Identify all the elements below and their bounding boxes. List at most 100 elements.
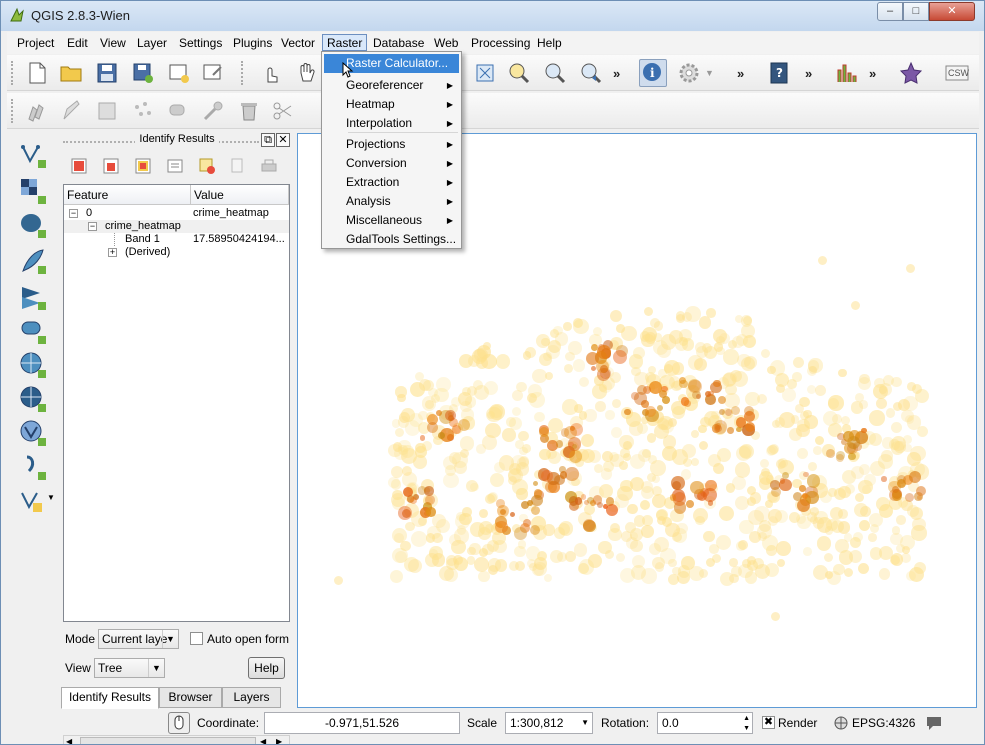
expand-new-results-button[interactable] bbox=[131, 154, 155, 178]
toggle-extents-button[interactable] bbox=[168, 712, 190, 734]
toolbar-grip[interactable] bbox=[11, 61, 15, 85]
toolbar-grip[interactable] bbox=[241, 61, 245, 85]
expand-tree-button[interactable] bbox=[67, 154, 91, 178]
new-project-button[interactable] bbox=[23, 59, 51, 87]
auto-open-form-checkbox[interactable] bbox=[190, 632, 203, 645]
render-checkbox[interactable]: ✖ bbox=[762, 716, 775, 729]
scale-select[interactable]: 1:300,812 ▼ bbox=[505, 712, 593, 734]
menu-settings[interactable]: Settings bbox=[175, 35, 226, 52]
menu-item-conversion[interactable]: Conversion ▶ bbox=[324, 154, 459, 173]
mode-select[interactable]: Current laye ▼ bbox=[98, 629, 179, 649]
menu-item-gdaltools-settings[interactable]: GdalTools Settings... bbox=[324, 230, 459, 249]
help-contents-button[interactable]: ? bbox=[765, 59, 793, 87]
toggle-editing-button[interactable] bbox=[23, 97, 51, 125]
add-vector-layer-button[interactable] bbox=[19, 141, 49, 171]
zoom-full-button[interactable] bbox=[471, 59, 499, 87]
zoom-to-selection-button[interactable] bbox=[541, 59, 569, 87]
menu-help[interactable]: Help bbox=[533, 35, 566, 52]
touch-zoom-button[interactable] bbox=[257, 59, 285, 87]
menu-vector[interactable]: Vector bbox=[277, 35, 319, 52]
menu-item-heatmap[interactable]: Heatmap ▶ bbox=[324, 95, 459, 114]
new-shapefile-layer-button[interactable] bbox=[19, 487, 49, 517]
plugin-button[interactable] bbox=[897, 59, 925, 87]
menu-database[interactable]: Database bbox=[369, 35, 428, 52]
save-project-button[interactable] bbox=[93, 59, 121, 87]
collapse-tree-button[interactable] bbox=[99, 154, 123, 178]
menu-edit[interactable]: Edit bbox=[63, 35, 92, 52]
spin-down-icon[interactable]: ▼ bbox=[743, 719, 750, 739]
toolbar-overflow[interactable]: » bbox=[613, 66, 620, 81]
toolbar-overflow[interactable]: » bbox=[737, 66, 744, 81]
add-wcs-layer-button[interactable] bbox=[19, 385, 49, 415]
clear-results-button[interactable] bbox=[195, 154, 219, 178]
move-feature-button[interactable] bbox=[165, 97, 193, 125]
add-wfs-layer-button[interactable] bbox=[19, 419, 49, 449]
help-button[interactable]: Help bbox=[248, 657, 285, 679]
chevron-down-icon[interactable]: ▼ bbox=[47, 493, 55, 502]
menu-item-georeferencer[interactable]: Georeferencer ▶ bbox=[324, 76, 459, 95]
node-tool-button[interactable] bbox=[199, 97, 227, 125]
tab-layers[interactable]: Layers bbox=[222, 687, 281, 708]
save-as-button[interactable] bbox=[129, 59, 157, 87]
menu-item-extraction[interactable]: Extraction ▶ bbox=[324, 173, 459, 192]
toolbar-grip[interactable] bbox=[11, 99, 15, 123]
menu-project[interactable]: Project bbox=[13, 35, 58, 52]
crs-globe-icon[interactable] bbox=[833, 715, 849, 731]
cut-features-button[interactable] bbox=[269, 97, 297, 125]
coordinate-field[interactable]: -0.971,51.526 bbox=[264, 712, 460, 734]
menu-raster[interactable]: Raster bbox=[322, 34, 368, 51]
add-spatialite-layer-button[interactable] bbox=[19, 247, 49, 277]
menu-item-miscellaneous[interactable]: Miscellaneous ▶ bbox=[324, 211, 459, 230]
minimize-button[interactable]: – bbox=[877, 2, 903, 21]
open-project-button[interactable] bbox=[57, 59, 85, 87]
save-edits-button[interactable] bbox=[93, 97, 121, 125]
copy-feature-button[interactable] bbox=[225, 154, 249, 178]
chevron-down-icon[interactable]: ▼ bbox=[705, 68, 714, 78]
close-panel-button[interactable]: ✕ bbox=[276, 133, 290, 147]
add-delimited-text-layer-button[interactable] bbox=[19, 453, 49, 483]
scroll-left-icon[interactable]: ◀ bbox=[66, 737, 72, 744]
scroll-right-icon[interactable]: ▶ bbox=[276, 737, 282, 744]
value-column-header[interactable]: Value bbox=[194, 188, 224, 202]
add-postgis-layer-button[interactable] bbox=[19, 211, 49, 241]
print-results-button[interactable] bbox=[257, 154, 281, 178]
results-horizontal-scrollbar[interactable]: ◀ ◀ ▶ bbox=[63, 735, 290, 744]
results-tree[interactable]: Feature Value − 0 crime_heatmap − crime_… bbox=[63, 184, 290, 622]
collapse-node-icon[interactable]: − bbox=[69, 209, 78, 218]
menu-item-projections[interactable]: Projections ▶ bbox=[324, 135, 459, 154]
histogram-button[interactable] bbox=[833, 59, 861, 87]
menu-processing[interactable]: Processing bbox=[467, 35, 534, 52]
menu-view[interactable]: View bbox=[96, 35, 130, 52]
menu-item-interpolation[interactable]: Interpolation ▶ bbox=[324, 114, 459, 133]
tab-identify-results[interactable]: Identify Results bbox=[61, 687, 159, 709]
edit-pencil-button[interactable] bbox=[57, 97, 85, 125]
tree-row-band[interactable]: Band 1 17.58950424194... bbox=[64, 233, 289, 246]
add-wms-layer-button[interactable] bbox=[19, 351, 49, 381]
messages-icon[interactable] bbox=[925, 715, 943, 731]
zoom-to-layer-button[interactable] bbox=[505, 59, 533, 87]
add-feature-button[interactable] bbox=[129, 97, 157, 125]
open-form-button[interactable] bbox=[163, 154, 187, 178]
identify-features-button[interactable]: i bbox=[639, 59, 667, 87]
expand-node-icon[interactable]: + bbox=[108, 248, 117, 257]
pan-map-button[interactable] bbox=[293, 59, 321, 87]
add-mssql-layer-button[interactable] bbox=[19, 283, 49, 313]
tree-row-layer[interactable]: − crime_heatmap bbox=[64, 220, 289, 233]
collapse-node-icon[interactable]: − bbox=[88, 222, 97, 231]
scrollbar-thumb[interactable] bbox=[80, 737, 256, 744]
crs-status[interactable]: EPSG:4326 bbox=[852, 716, 915, 730]
float-panel-button[interactable]: ⧉ bbox=[261, 133, 275, 147]
scroll-left-icon[interactable]: ◀ bbox=[260, 737, 266, 744]
menu-layer[interactable]: Layer bbox=[133, 35, 171, 52]
maximize-button[interactable]: □ bbox=[903, 2, 929, 21]
tree-row-feature[interactable]: − 0 crime_heatmap bbox=[64, 207, 289, 220]
view-select[interactable]: Tree ▼ bbox=[94, 658, 165, 678]
menu-item-analysis[interactable]: Analysis ▶ bbox=[324, 192, 459, 211]
add-raster-layer-button[interactable] bbox=[19, 177, 49, 207]
new-print-composer-button[interactable] bbox=[165, 59, 193, 87]
tab-browser[interactable]: Browser bbox=[159, 687, 222, 708]
menu-plugins[interactable]: Plugins bbox=[229, 35, 276, 52]
feature-column-header[interactable]: Feature bbox=[67, 188, 108, 202]
tree-row-derived[interactable]: + (Derived) bbox=[64, 246, 289, 259]
toolbar-overflow[interactable]: » bbox=[869, 66, 876, 81]
